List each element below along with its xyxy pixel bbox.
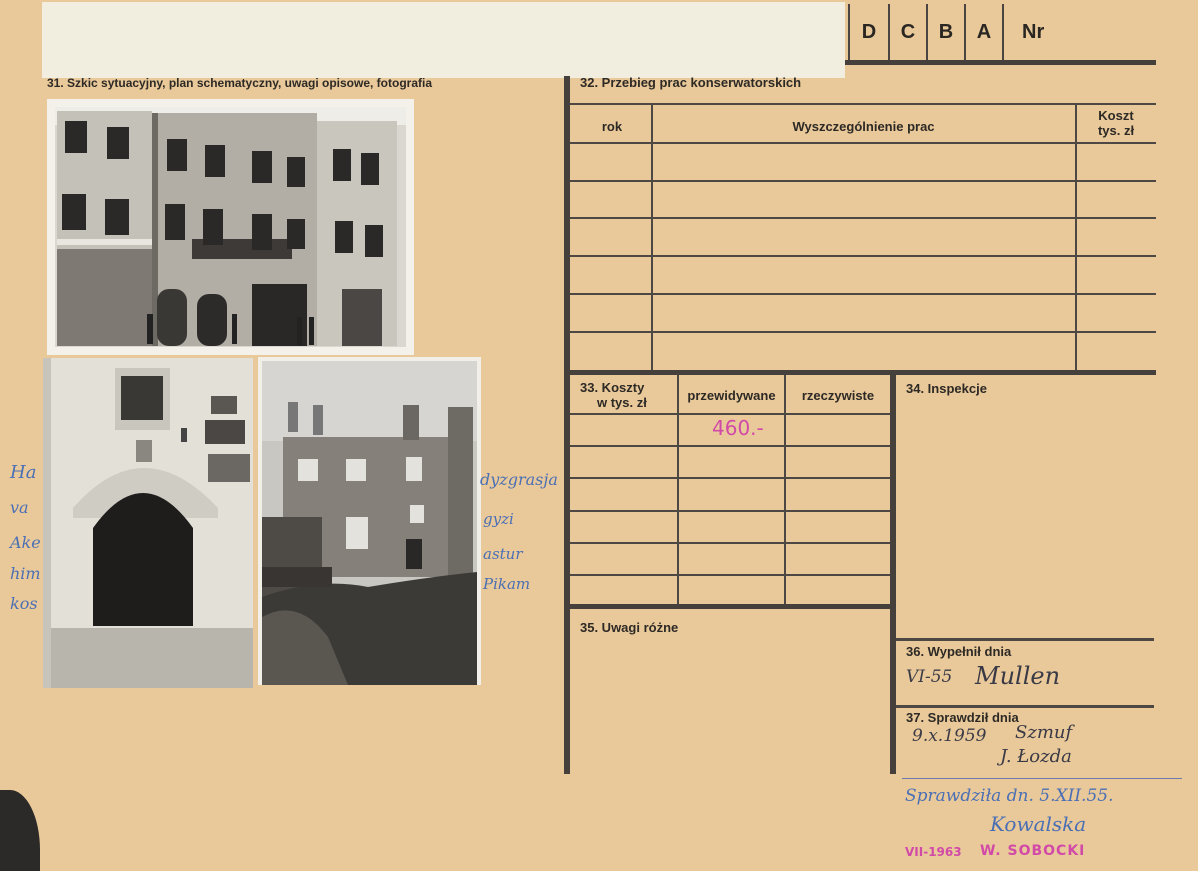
s36-bottom-rule [896, 705, 1154, 708]
s33-row-2 [570, 445, 890, 447]
margin-note-left-1: Ha [10, 462, 37, 483]
section-31-label: 31. Szkic sytuacyjny, plan schematyczny,… [47, 76, 433, 90]
header-col-nr: Nr [1002, 4, 1082, 60]
margin-note-right-4: Pikam [483, 575, 531, 593]
section-33-label-1: 33. Koszty [580, 380, 645, 395]
s32-top-rule [570, 103, 1156, 105]
s32-col-rok: rok [601, 119, 623, 134]
s32-row-6 [570, 331, 1156, 333]
s33-planned-value: 460.- [712, 416, 764, 440]
s32-row-2 [570, 180, 1156, 182]
note-checked-signature: Kowalska [990, 812, 1087, 836]
header-col-d: D [848, 4, 888, 60]
s33-row-6 [570, 574, 890, 576]
note-checked: Sprawdziła dn. 5.XII.55. [905, 786, 1114, 806]
s32-col-sep-1 [651, 103, 653, 371]
s32-col-desc: Wyszczególnienie prac [792, 119, 935, 134]
section-33-label-2: w tys. zł [597, 395, 647, 410]
s33-bottom-rule [570, 604, 892, 609]
s33-row-5 [570, 542, 890, 544]
margin-note-left-4: him [10, 564, 41, 583]
s32-row-1 [570, 142, 1156, 144]
section-32-label: 32. Przebieg prac konserwatorskich [580, 75, 802, 90]
section-37-label: 37. Sprawdził dnia [906, 710, 1019, 725]
s37-signature-1: Szmuf [1015, 722, 1073, 743]
torn-corner [0, 790, 40, 871]
s32-col-sep-2 [1075, 103, 1077, 371]
right-vertical-rule [890, 375, 896, 774]
margin-note-left-5: kos [10, 594, 38, 613]
annotation-rule [902, 778, 1182, 779]
header-col-a: A [964, 4, 1002, 60]
s33-row-1 [570, 413, 890, 415]
margin-note-left-2: va [10, 498, 29, 517]
photo-gateway [43, 358, 253, 688]
margin-note-left-3: Ake [10, 533, 41, 552]
photo-facade [47, 99, 414, 355]
header-col-c: C [888, 4, 926, 60]
record-card: D C B A Nr 31. Szkic sytuacyjny, plan sc… [0, 0, 1198, 871]
s32-col-cost-2: tys. zł [1097, 123, 1135, 138]
section-36-label: 36. Wypełnił dnia [906, 644, 1012, 659]
s32-col-cost-1: Koszt [1098, 108, 1134, 123]
s34-bottom-rule [896, 638, 1154, 641]
s33-col-planned: przewidywane [687, 388, 776, 403]
s36-date: VI-55 [906, 667, 953, 687]
stamp-name: W. SOBOCKI [980, 843, 1086, 859]
s33-col-actual: rzeczywiste [801, 388, 875, 403]
s32-row-3 [570, 217, 1156, 219]
s37-signature-2: J. Łozda [1000, 746, 1072, 767]
s33-col-sep-2 [784, 375, 786, 605]
s33-col-sep-1 [677, 375, 679, 605]
section-34-label: 34. Inspekcje [906, 381, 987, 396]
s32-bottom-rule [570, 370, 1156, 375]
s33-row-4 [570, 510, 890, 512]
header-col-b: B [926, 4, 964, 60]
s32-row-4 [570, 255, 1156, 257]
section-35-label: 35. Uwagi różne [580, 620, 679, 635]
s37-date: 9.x.1959 [912, 726, 987, 746]
paper-strip [42, 2, 845, 78]
margin-note-right-3: astur [483, 545, 523, 563]
stamp-date: VII-1963 [905, 845, 962, 859]
margin-note-right-2: gyzi [483, 510, 514, 528]
photo-courtyard [258, 357, 481, 685]
s32-row-5 [570, 293, 1156, 295]
margin-note-right-1: dyzgrasja [480, 470, 558, 489]
s33-row-3 [570, 477, 890, 479]
s36-signature: Mullen [975, 662, 1061, 690]
header-rule [845, 60, 1156, 65]
